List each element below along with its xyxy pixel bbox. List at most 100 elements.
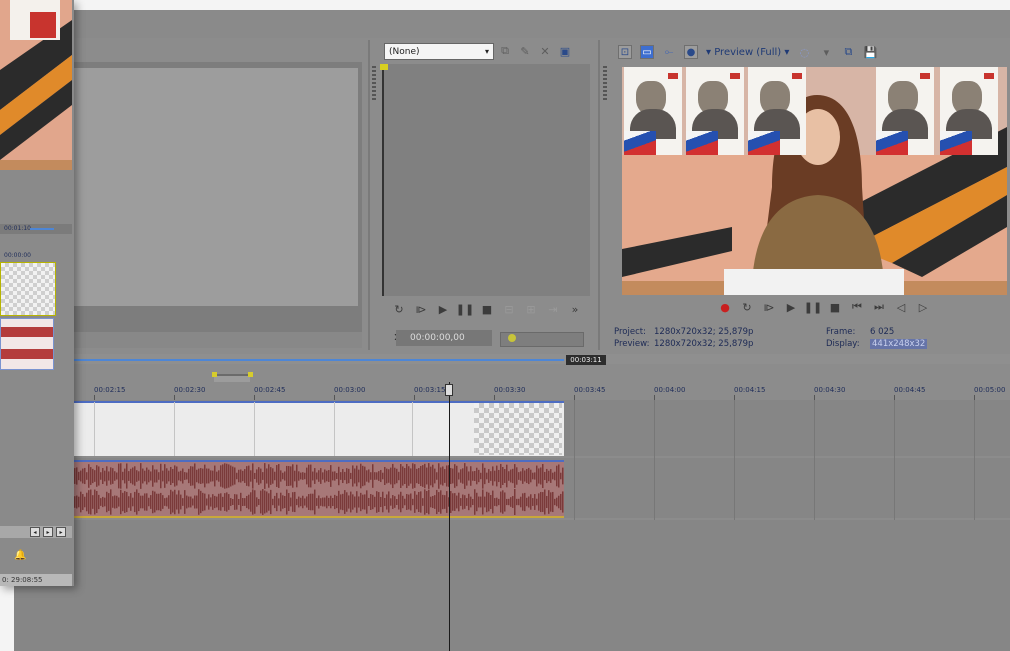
next-frame-icon[interactable]: ▷ [916, 300, 930, 314]
waveform-bar [480, 496, 482, 508]
prev-frame-icon[interactable]: ◁ [894, 300, 908, 314]
circle-icon[interactable]: ● [684, 45, 698, 59]
top-bar [14, 10, 1010, 38]
waveform-bar [98, 466, 100, 486]
bell-icon[interactable]: 🔔 [14, 550, 26, 561]
left-audio-event[interactable] [0, 318, 54, 370]
playhead-handle[interactable] [445, 384, 453, 396]
trimmer-grip[interactable] [372, 66, 376, 100]
loop-icon[interactable]: ↻ [740, 300, 754, 314]
more-icon[interactable]: » [568, 302, 582, 316]
left-nav-button[interactable]: ◂ [30, 527, 40, 537]
project-value: 1280x720x32; 25,879p [654, 327, 754, 337]
waveform-bar [230, 498, 232, 506]
preview-grip[interactable] [603, 66, 607, 100]
waveform-bar [520, 471, 522, 481]
waveform-bar [224, 463, 226, 489]
next-frame-icon[interactable]: ⊞ [524, 302, 538, 316]
waveform-bar [240, 492, 242, 512]
loop-start-handle[interactable] [212, 372, 217, 377]
properties-icon[interactable]: ⊡ [618, 45, 632, 59]
monitor-icon[interactable]: ▣ [558, 44, 572, 58]
left-preview-image [0, 0, 72, 170]
waveform-bar [370, 494, 372, 510]
waveform-bar [388, 491, 390, 513]
trimmer-source-select[interactable]: (None) ▾ [384, 43, 494, 60]
waveform-bar [416, 468, 418, 484]
clip-icon[interactable]: ⧉ [498, 44, 512, 58]
waveform-bar [330, 465, 332, 487]
waveform-bar [336, 472, 338, 480]
loop-end-handle[interactable] [248, 372, 253, 377]
waveform-bar [270, 489, 272, 515]
trimmer-zoom-knob[interactable] [508, 334, 516, 342]
waveform-bar [160, 492, 162, 512]
monitor-icon[interactable]: ▭ [640, 45, 654, 59]
left-video-event[interactable] [0, 262, 56, 316]
play-icon[interactable]: ▶ [436, 302, 450, 316]
preview-splitter[interactable] [598, 40, 600, 350]
ruler-tick-label: 00:02:15 [94, 386, 126, 394]
go-end-icon[interactable]: ⏭ [872, 300, 886, 314]
loop-icon[interactable]: ↻ [392, 302, 406, 316]
waveform-bar [344, 471, 346, 481]
waveform-bar [154, 491, 156, 513]
trimmer-in-marker[interactable] [380, 64, 388, 70]
timeline-ruler[interactable] [74, 382, 1010, 401]
waveform-bar [214, 495, 216, 509]
waveform-bar [246, 495, 248, 509]
waveform-bar [422, 498, 424, 506]
waveform-bar [316, 472, 318, 480]
waveform-bar [140, 463, 142, 489]
go-start-icon[interactable]: ⏮ [850, 300, 864, 314]
waveform-bar [428, 489, 430, 515]
copy-icon[interactable]: ⧉ [841, 45, 855, 59]
frame-step-icon[interactable]: ⇥ [546, 302, 560, 316]
overlays-icon[interactable]: ◌ [797, 45, 811, 59]
grid-line [574, 400, 575, 520]
pause-icon[interactable]: ❚❚ [456, 302, 474, 316]
chevron-down-icon: ▾ [484, 47, 489, 56]
trimmer-timecode[interactable]: 00:00:00,00 [396, 330, 492, 346]
prev-frame-icon[interactable]: ⊟ [502, 302, 516, 316]
chevron-down-icon[interactable]: ▾ [819, 45, 833, 59]
trimmer-splitter[interactable] [368, 40, 370, 350]
waveform-bar [522, 493, 524, 511]
waveform-bar [98, 494, 100, 510]
waveform-bar [236, 472, 238, 480]
waveform-bar [476, 492, 478, 512]
stop-icon[interactable]: ■ [828, 300, 842, 314]
waveform-bar [282, 495, 284, 509]
waveform-bar [426, 491, 428, 513]
waveform-bar [520, 496, 522, 508]
waveform-bar [292, 492, 294, 512]
waveform-bar [490, 471, 492, 481]
waveform-bar [92, 495, 94, 509]
waveform-bar [392, 463, 394, 489]
play-from-start-icon[interactable]: ⧐ [762, 300, 776, 314]
waveform-bar [242, 498, 244, 506]
preview-quality-select[interactable]: ▾ Preview (Full) ▾ [706, 47, 789, 58]
waveform-bar [248, 494, 250, 510]
audio-event[interactable] [74, 460, 564, 518]
split-icon[interactable]: ⟜ [662, 45, 676, 59]
waveform-bar [418, 491, 420, 513]
record-icon[interactable]: ● [718, 300, 732, 314]
timeline-empty-area[interactable] [14, 520, 1010, 651]
trimmer-view[interactable] [382, 64, 590, 296]
pause-icon[interactable]: ❚❚ [804, 300, 822, 314]
stop-icon[interactable]: ■ [480, 302, 494, 316]
waveform-bar [268, 493, 270, 511]
waveform-bar [562, 491, 564, 513]
waveform-bar [322, 472, 324, 480]
left-nav-button[interactable]: ▸ [43, 527, 53, 537]
marker-icon[interactable]: ✎ [518, 44, 532, 58]
play-from-start-icon[interactable]: ⧐ [414, 302, 428, 316]
playhead[interactable] [449, 382, 450, 651]
save-icon[interactable]: 💾 [863, 45, 878, 59]
project-media-list[interactable] [72, 68, 358, 306]
cut-icon[interactable]: ✕ [538, 44, 552, 58]
waveform-bar [138, 471, 140, 481]
left-nav-button[interactable]: ▸ [56, 527, 66, 537]
play-icon[interactable]: ▶ [784, 300, 798, 314]
